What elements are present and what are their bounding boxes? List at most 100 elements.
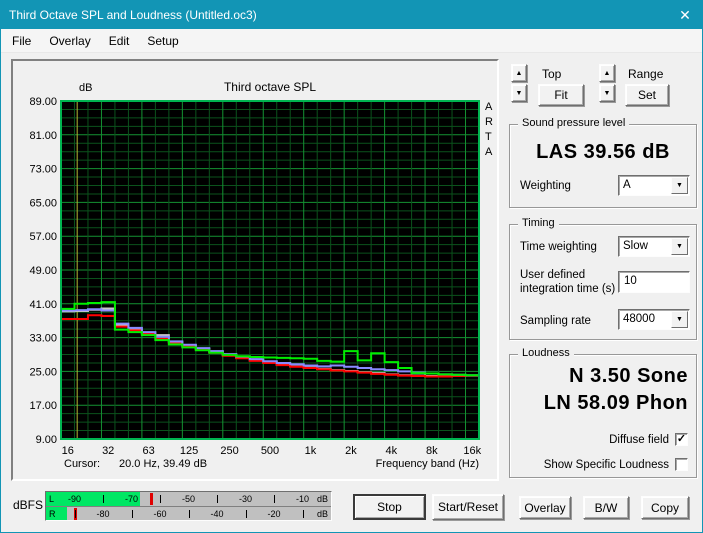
spl-groupbox: Sound pressure level LAS 39.56 dB Weight…: [509, 124, 697, 208]
meter-scale-label: -70: [125, 494, 138, 504]
menu-setup[interactable]: Setup: [138, 31, 187, 51]
svg-text:2k: 2k: [345, 445, 357, 457]
svg-text:4k: 4k: [386, 445, 398, 457]
stop-button[interactable]: Stop: [353, 494, 426, 520]
specific-loudness-checkbox[interactable]: [675, 458, 688, 471]
svg-text:8k: 8k: [426, 445, 438, 457]
integration-label-line2: integration time (s): [520, 283, 615, 295]
svg-text:65.00: 65.00: [29, 197, 57, 209]
diffuse-field-checkbox[interactable]: ✓: [675, 433, 688, 446]
sampling-rate-combobox[interactable]: 48000 ▼: [618, 309, 690, 330]
meter-row-r: -80-60-40-20RdB: [46, 506, 331, 520]
svg-text:9.00: 9.00: [36, 434, 57, 446]
svg-text:1k: 1k: [305, 445, 317, 457]
meter-scale-label: -40: [210, 509, 223, 519]
loudness-legend: Loudness: [518, 347, 574, 359]
top-label: Top: [542, 67, 561, 81]
svg-text:Frequency band (Hz): Frequency band (Hz): [376, 458, 479, 470]
svg-text:R: R: [485, 116, 493, 128]
meter-scale-label: -30: [239, 494, 252, 504]
fit-button[interactable]: Fit: [538, 84, 584, 106]
integration-label-line1: User defined: [520, 269, 585, 281]
svg-text:16k: 16k: [463, 445, 481, 457]
chevron-down-icon[interactable]: ▼: [671, 311, 688, 328]
sampling-rate-label: Sampling rate: [520, 315, 591, 327]
specific-loudness-row: Show Specific Loudness: [544, 458, 688, 471]
meter-tick: [246, 510, 247, 518]
timing-legend: Timing: [518, 217, 559, 229]
meter-scale-label: -80: [96, 509, 109, 519]
specific-loudness-label: Show Specific Loudness: [544, 459, 669, 471]
app-window: Third Octave SPL and Loudness (Untitled.…: [0, 0, 703, 533]
meter-tick: [303, 510, 304, 518]
meter-tick: [75, 510, 76, 518]
bw-button[interactable]: B/W: [583, 496, 629, 519]
overlay-button[interactable]: Overlay: [519, 496, 571, 519]
meter-tick: [274, 495, 275, 503]
meter-peak-l: [150, 493, 153, 505]
time-weighting-label: Time weighting: [520, 241, 597, 253]
set-button[interactable]: Set: [625, 84, 669, 106]
meter-row-l: -90-70-50-30-10LdB: [46, 492, 331, 506]
menu-file[interactable]: File: [3, 31, 40, 51]
meter-tick: [132, 510, 133, 518]
svg-text:49.00: 49.00: [29, 265, 57, 277]
svg-text:125: 125: [180, 445, 198, 457]
meter-channel-label: R: [49, 509, 56, 519]
meter-scale-label: -50: [182, 494, 195, 504]
spl-value: LAS 39.56 dB: [510, 141, 696, 164]
meter-scale-label: -60: [153, 509, 166, 519]
svg-text:57.00: 57.00: [29, 231, 57, 243]
client-area: dBThird octave SPL89.0081.0073.0065.0057…: [1, 53, 702, 532]
svg-text:250: 250: [220, 445, 238, 457]
timing-groupbox: Timing Time weighting Slow ▼ User define…: [509, 224, 697, 340]
sampling-rate-value: 48000: [619, 310, 670, 329]
svg-text:dB: dB: [79, 82, 92, 94]
range-down-arrow-icon[interactable]: ▼: [599, 84, 615, 102]
menu-edit[interactable]: Edit: [100, 31, 139, 51]
meter-scale-label: -10: [296, 494, 309, 504]
time-weighting-combobox[interactable]: Slow ▼: [618, 236, 690, 257]
diffuse-field-row: Diffuse field ✓: [609, 433, 688, 446]
start-reset-button[interactable]: Start/Reset: [432, 494, 504, 520]
copy-button[interactable]: Copy: [641, 496, 689, 519]
third-octave-chart[interactable]: dBThird octave SPL89.0081.0073.0065.0057…: [13, 61, 497, 479]
svg-text:500: 500: [261, 445, 279, 457]
meter-scale-label: -90: [68, 494, 81, 504]
diffuse-field-label: Diffuse field: [609, 434, 669, 446]
meter-unit-label: dB: [317, 494, 328, 504]
dbfs-label: dBFS: [13, 498, 43, 512]
chevron-down-icon[interactable]: ▼: [671, 177, 688, 194]
svg-text:73.00: 73.00: [29, 164, 57, 176]
level-meter: -90-70-50-30-10LdB-80-60-40-20RdB: [45, 491, 332, 521]
svg-text:T: T: [485, 131, 492, 143]
time-weighting-value: Slow: [619, 237, 670, 256]
meter-scale-label: -20: [267, 509, 280, 519]
loudness-phon-value: LN 58.09 Phon: [510, 392, 688, 415]
integration-time-input[interactable]: 10: [618, 271, 690, 293]
svg-text:25.00: 25.00: [29, 366, 57, 378]
svg-text:Cursor:: Cursor:: [64, 458, 100, 470]
svg-text:41.00: 41.00: [29, 299, 57, 311]
range-label: Range: [628, 67, 663, 81]
top-down-arrow-icon[interactable]: ▼: [511, 84, 527, 102]
chart-panel: dBThird octave SPL89.0081.0073.0065.0057…: [11, 59, 499, 481]
svg-text:16: 16: [62, 445, 74, 457]
svg-text:Third octave SPL: Third octave SPL: [224, 80, 316, 94]
chevron-down-icon[interactable]: ▼: [671, 238, 688, 255]
svg-text:89.00: 89.00: [29, 96, 57, 108]
window-title: Third Octave SPL and Loudness (Untitled.…: [9, 8, 668, 22]
weighting-combobox[interactable]: A ▼: [618, 175, 690, 196]
svg-text:A: A: [485, 101, 493, 113]
spl-legend: Sound pressure level: [518, 117, 629, 129]
menu-overlay[interactable]: Overlay: [40, 31, 99, 51]
range-up-arrow-icon[interactable]: ▲: [599, 64, 615, 82]
meter-tick: [160, 495, 161, 503]
weighting-value: A: [619, 176, 670, 195]
title-bar: Third Octave SPL and Loudness (Untitled.…: [1, 1, 702, 29]
svg-text:20.0 Hz, 39.49 dB: 20.0 Hz, 39.49 dB: [119, 458, 207, 470]
top-up-arrow-icon[interactable]: ▲: [511, 64, 527, 82]
loudness-sone-value: N 3.50 Sone: [510, 365, 688, 388]
close-icon[interactable]: ✕: [668, 1, 702, 29]
loudness-groupbox: Loudness N 3.50 Sone LN 58.09 Phon Diffu…: [509, 354, 697, 478]
